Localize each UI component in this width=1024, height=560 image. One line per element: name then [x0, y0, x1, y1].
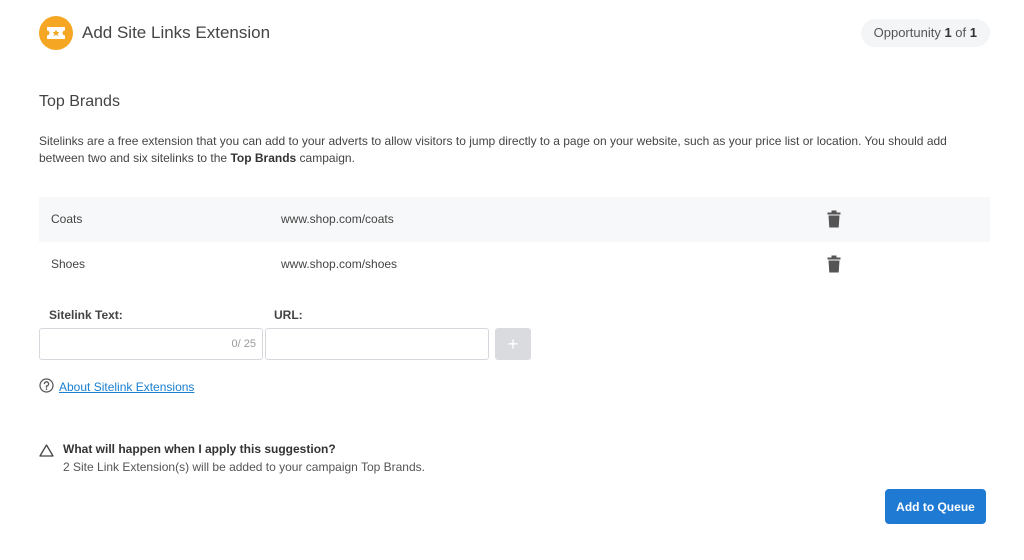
sitelinks-table: Coats www.shop.com/coats Shoes www.shop.…	[39, 197, 990, 287]
add-to-queue-button[interactable]: Add to Queue	[885, 489, 986, 524]
url-input[interactable]	[266, 329, 488, 359]
sitelink-text-field-wrapper: 0/ 25	[39, 328, 263, 360]
sitelink-url: www.shop.com/coats	[281, 212, 394, 226]
sitelink-url: www.shop.com/shoes	[281, 257, 398, 271]
url-label: URL:	[274, 308, 303, 322]
sitelink-text: Shoes	[51, 257, 86, 271]
trash-icon[interactable]	[827, 255, 841, 273]
sitelink-text: Coats	[51, 212, 83, 226]
about-sitelink-extensions-link[interactable]: About Sitelink Extensions	[59, 380, 194, 394]
page-title: Add Site Links Extension	[82, 23, 271, 42]
table-row: Coats www.shop.com/coats	[39, 197, 990, 242]
suggestion-question: What will happen when I apply this sugge…	[63, 442, 336, 456]
help-link-row: About Sitelink Extensions	[39, 378, 194, 396]
trash-icon[interactable]	[827, 210, 841, 228]
suggestion-answer: 2 Site Link Extension(s) will be added t…	[63, 460, 425, 474]
ticket-icon	[39, 16, 73, 50]
character-counter: 0/ 25	[231, 338, 256, 350]
table-row: Shoes www.shop.com/shoes	[39, 242, 990, 287]
sitelink-text-label: Sitelink Text:	[49, 308, 123, 322]
warning-triangle-icon	[39, 444, 54, 462]
sitelink-text-input[interactable]	[40, 329, 262, 359]
opportunity-counter: Opportunity 1 of 1	[860, 19, 990, 47]
url-field-wrapper	[265, 328, 489, 360]
question-circle-icon	[39, 378, 54, 396]
section-description: Sitelinks are a free extension that you …	[39, 134, 947, 165]
section-title: Top Brands	[39, 93, 120, 110]
add-sitelink-button[interactable]: +	[495, 328, 531, 360]
